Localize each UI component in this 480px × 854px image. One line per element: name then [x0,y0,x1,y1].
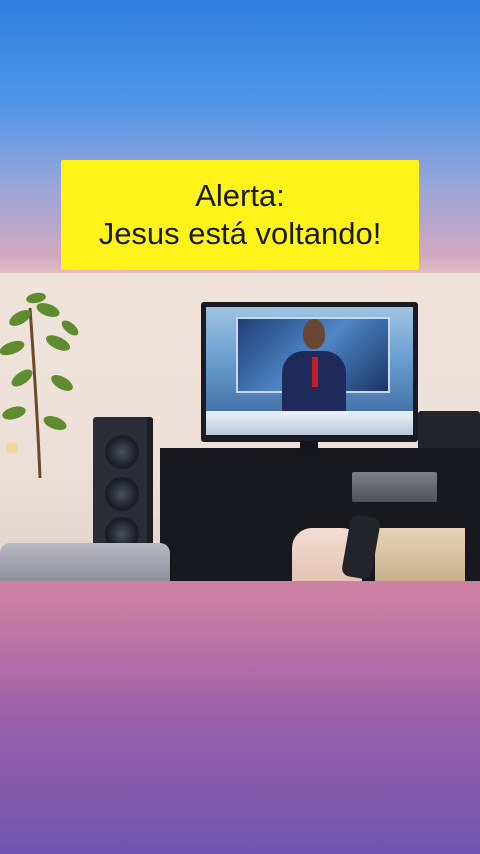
coffee-table [375,528,465,581]
living-room-photo [0,273,480,581]
television [201,302,418,442]
caption-line-2: Jesus está voltando! [98,216,382,251]
sofa [0,543,170,581]
tv-screen [206,307,413,435]
caption-banner: Alerta: Jesus está voltando! [61,160,419,270]
news-desk [206,411,413,435]
av-receiver [352,472,437,502]
background-gradient [0,580,480,854]
caption-line-1: Alerta: [195,178,285,213]
plant-illustration [0,292,79,478]
